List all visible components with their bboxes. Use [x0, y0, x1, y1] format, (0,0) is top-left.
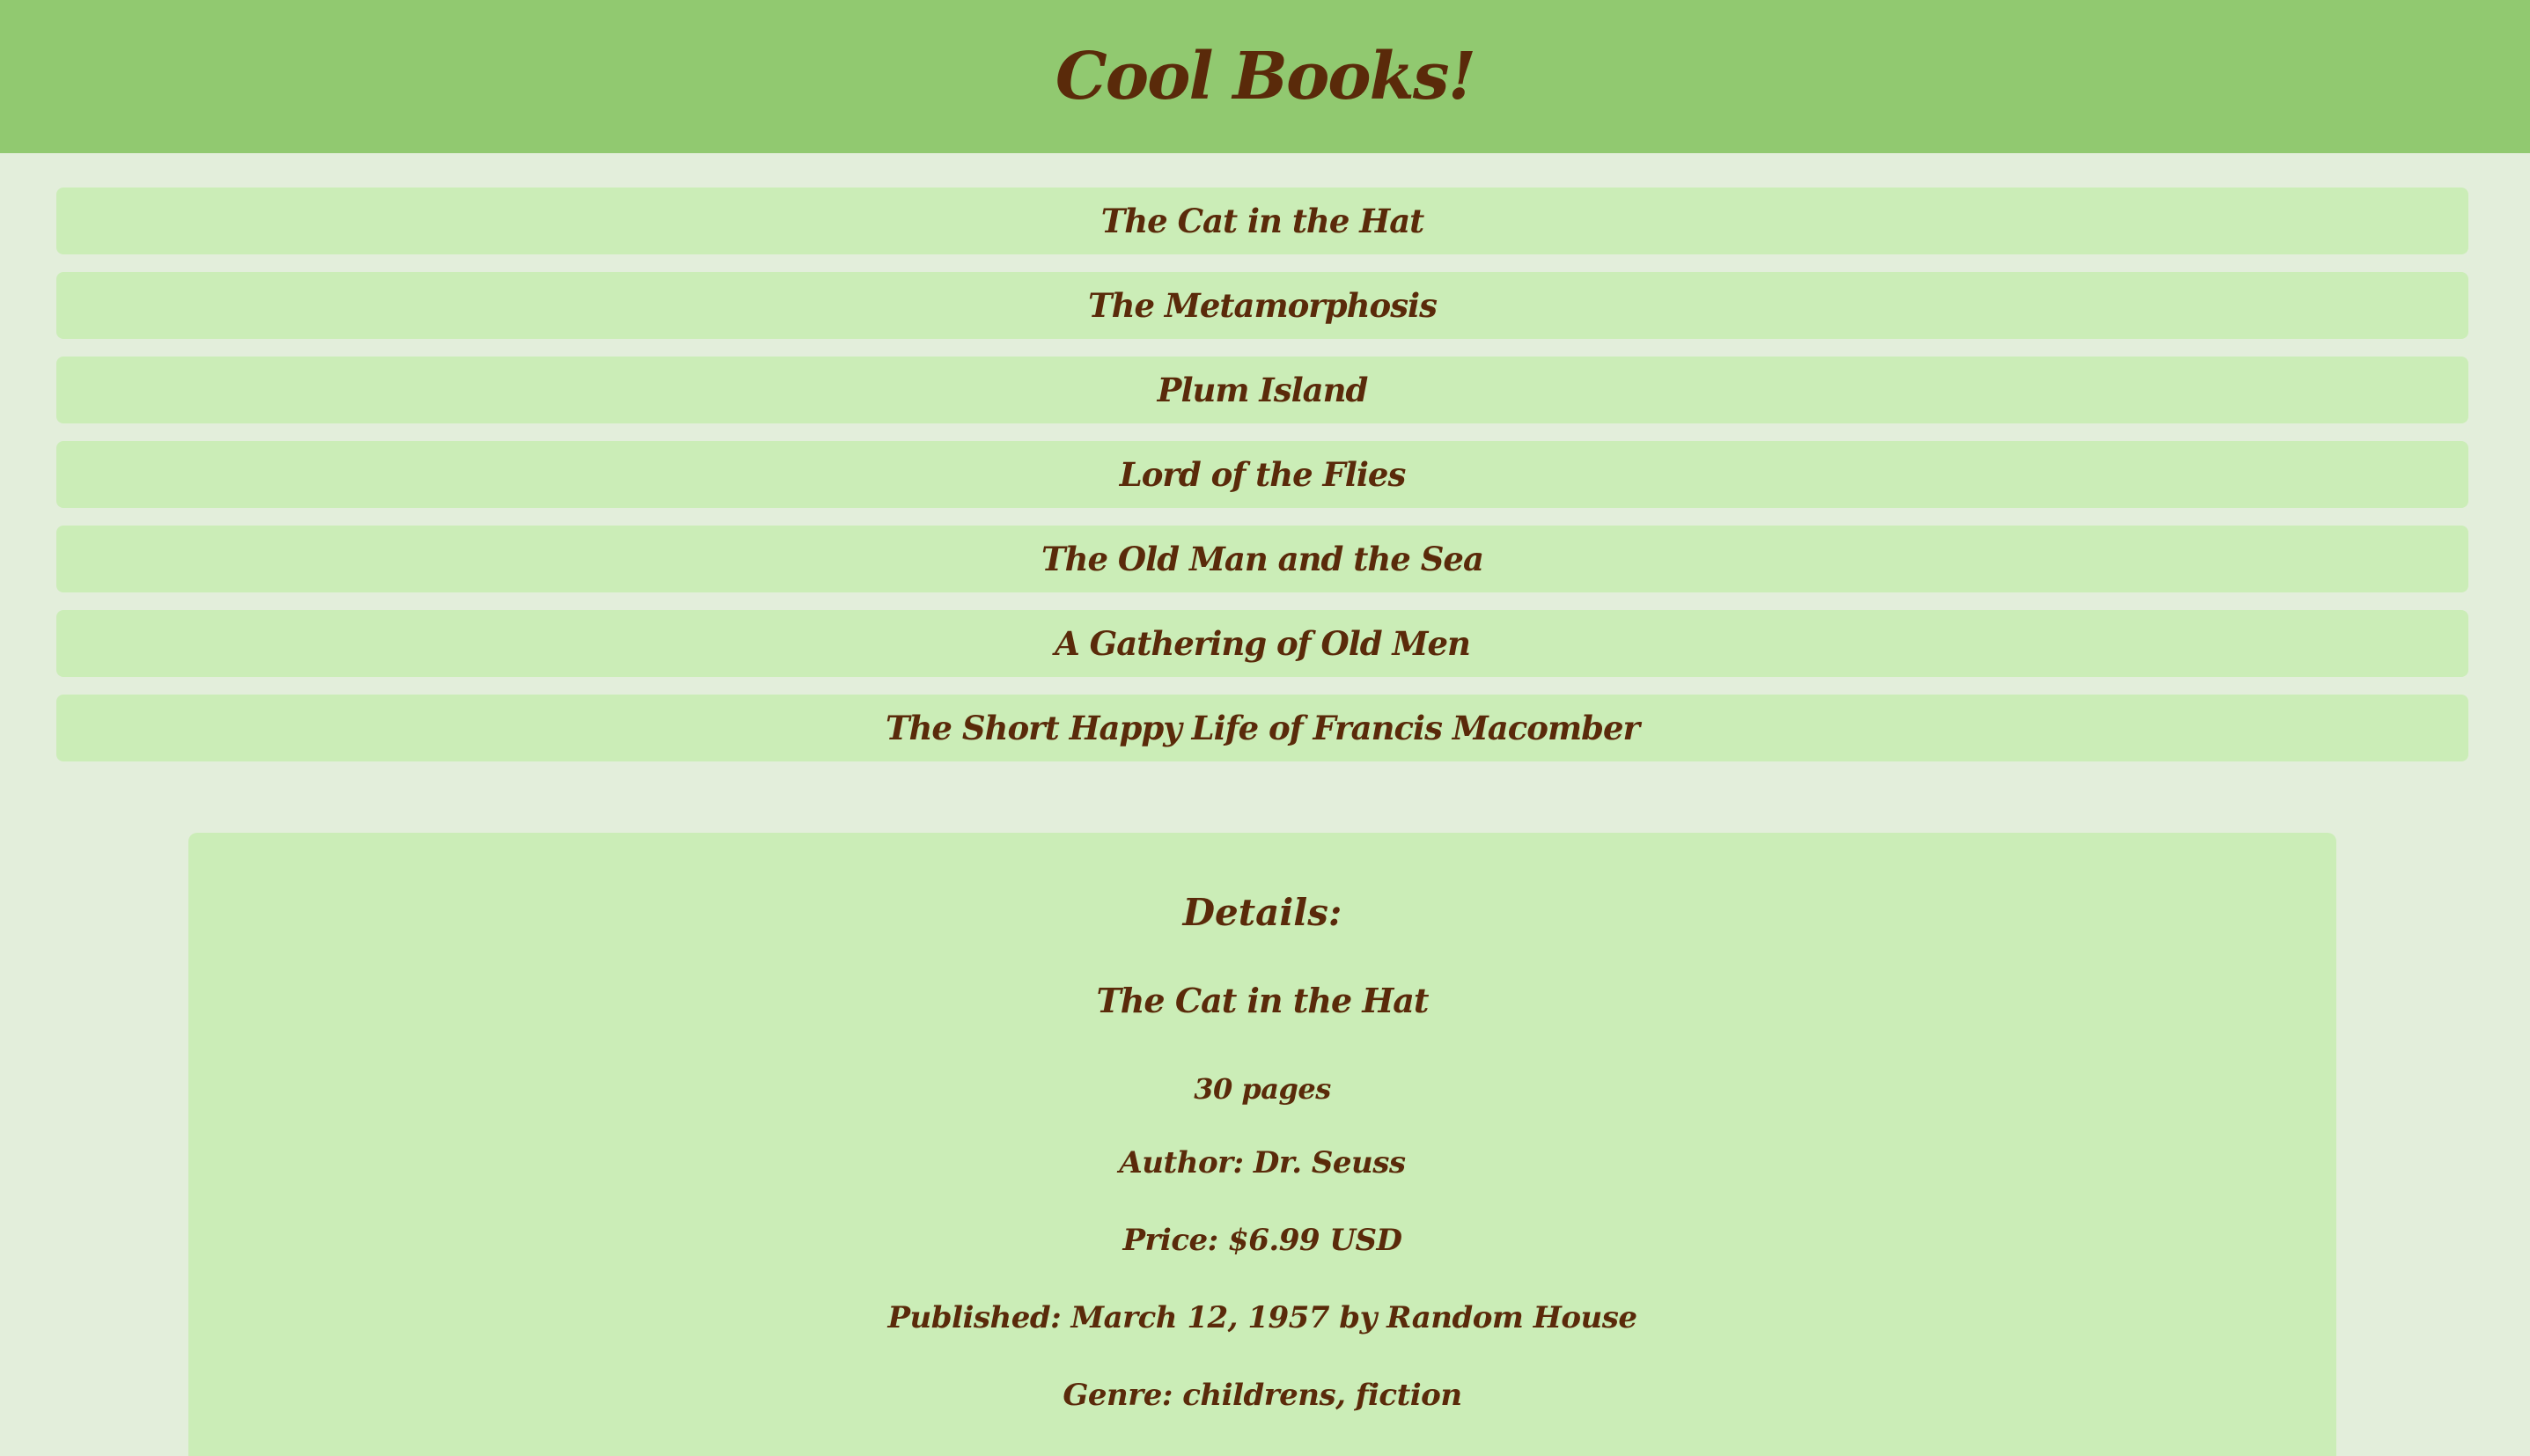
details-pages: 30 pages — [1194, 1072, 1331, 1106]
details-panel: Details: The Cat in the Hat 30 pages Aut… — [188, 833, 2336, 1456]
site-title: Cool Books! — [1055, 39, 1476, 114]
book-item-lord-of-the-flies[interactable]: Lord of the Flies — [56, 441, 2468, 508]
book-item-metamorphosis[interactable]: The Metamorphosis — [56, 272, 2468, 339]
details-heading: Details: — [1182, 891, 1342, 934]
details-price: Price: $6.99 USD — [1122, 1223, 1402, 1258]
book-item-old-man-and-the-sea[interactable]: The Old Man and the Sea — [56, 526, 2468, 592]
site-header: Cool Books! — [0, 0, 2530, 153]
book-item-plum-island[interactable]: Plum Island — [56, 357, 2468, 423]
details-genre: Genre: childrens, fiction — [1063, 1378, 1462, 1413]
book-item-short-happy-life[interactable]: The Short Happy Life of Francis Macomber — [56, 695, 2468, 761]
details-author: Author: Dr. Seuss — [1119, 1145, 1406, 1180]
book-item-cat-in-the-hat[interactable]: The Cat in the Hat — [56, 188, 2468, 254]
details-published: Published: March 12, 1957 by Random Hous… — [887, 1300, 1637, 1335]
details-book-title: The Cat in the Hat — [1096, 981, 1430, 1020]
book-item-gathering-of-old-men[interactable]: A Gathering of Old Men — [56, 610, 2468, 677]
book-list: The Cat in the Hat The Metamorphosis Plu… — [56, 188, 2468, 779]
